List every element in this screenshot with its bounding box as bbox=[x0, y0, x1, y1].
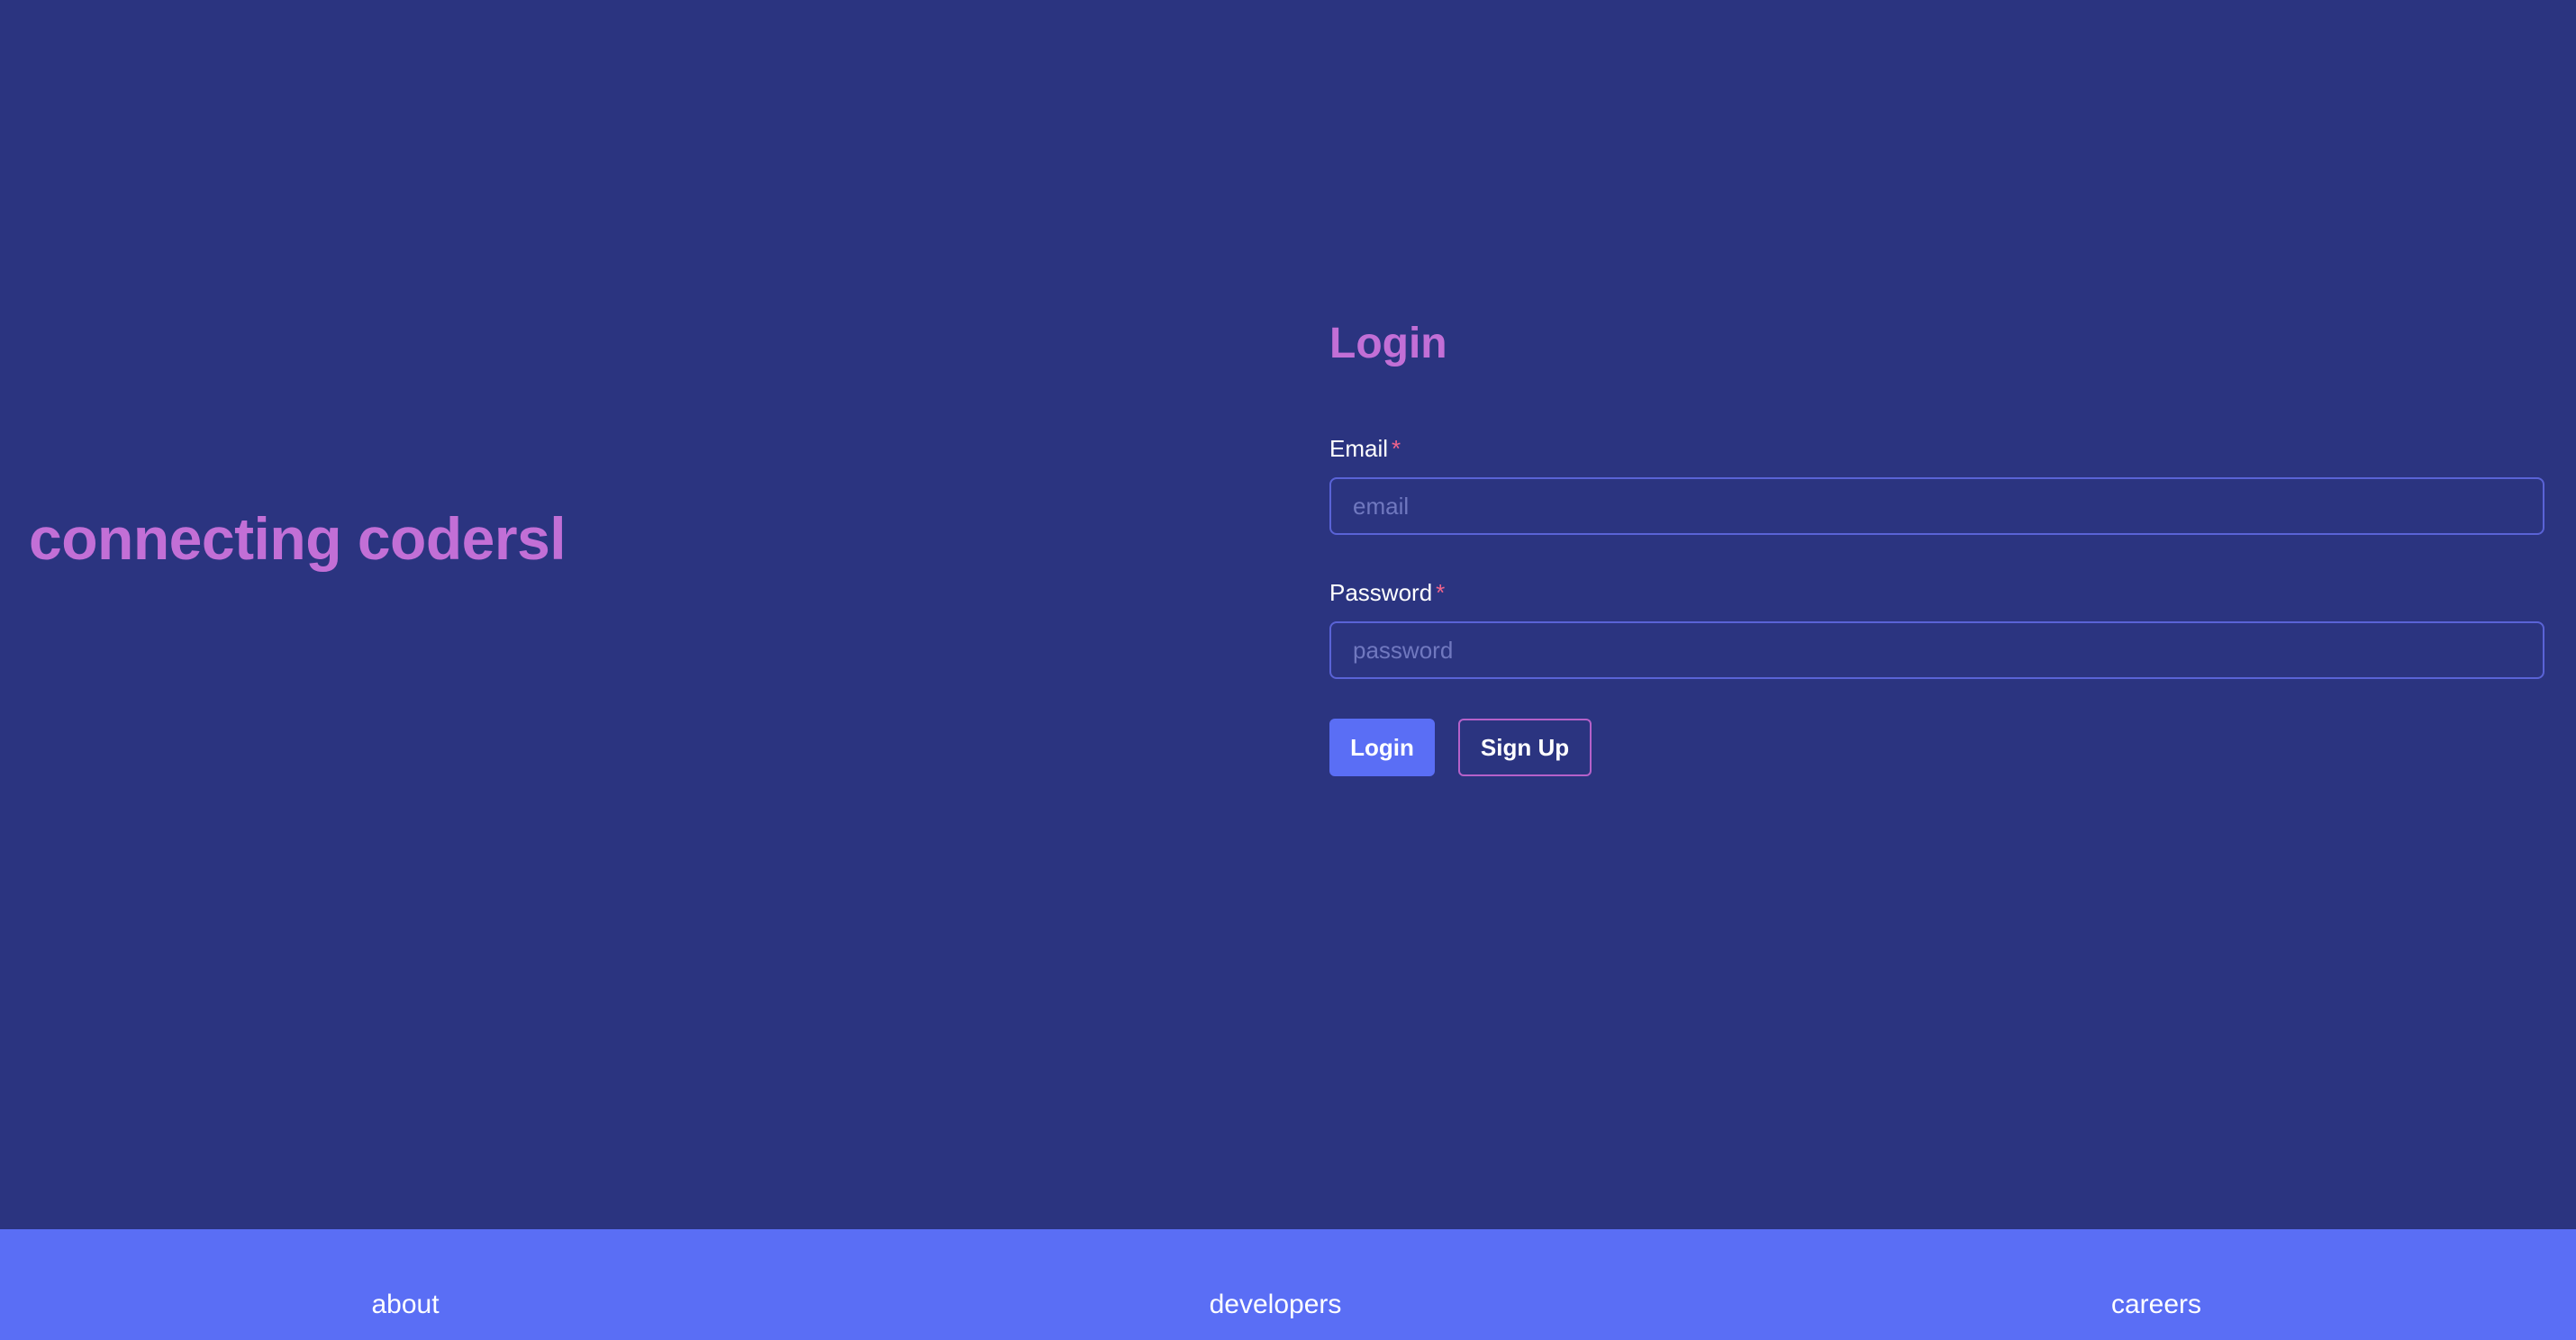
login-title: Login bbox=[1329, 320, 1447, 367]
footer-link-about[interactable]: about bbox=[371, 1290, 439, 1320]
page: connecting codersl Login Email* Password… bbox=[0, 0, 2576, 1340]
footer-link-careers[interactable]: careers bbox=[2111, 1290, 2201, 1320]
footer: about developers careers bbox=[0, 1229, 2576, 1340]
email-field-group: Email * bbox=[1329, 432, 2544, 535]
password-label: Password * bbox=[1329, 579, 1445, 606]
login-form: Login Email* Password* Login Sign Up bbox=[1329, 315, 2544, 776]
hero-tagline: connecting codersl bbox=[29, 505, 567, 572]
email-required-mark: * bbox=[1392, 435, 1401, 462]
password-label-text: Password bbox=[1329, 579, 1433, 606]
password-field-group: Password * bbox=[1329, 576, 2544, 679]
password-required-mark: * bbox=[1436, 579, 1446, 606]
password-input[interactable] bbox=[1329, 621, 2544, 679]
footer-link-developers[interactable]: developers bbox=[1210, 1290, 1342, 1320]
main-area: connecting codersl Login Email* Password… bbox=[0, 0, 2576, 1229]
email-label-text: Email bbox=[1329, 435, 1389, 462]
email-label: Email * bbox=[1329, 435, 1401, 462]
signup-button[interactable]: Sign Up bbox=[1458, 719, 1592, 776]
login-button[interactable]: Login bbox=[1329, 719, 1435, 776]
email-input[interactable] bbox=[1329, 477, 2544, 535]
form-actions: Login Sign Up bbox=[1329, 719, 2544, 776]
